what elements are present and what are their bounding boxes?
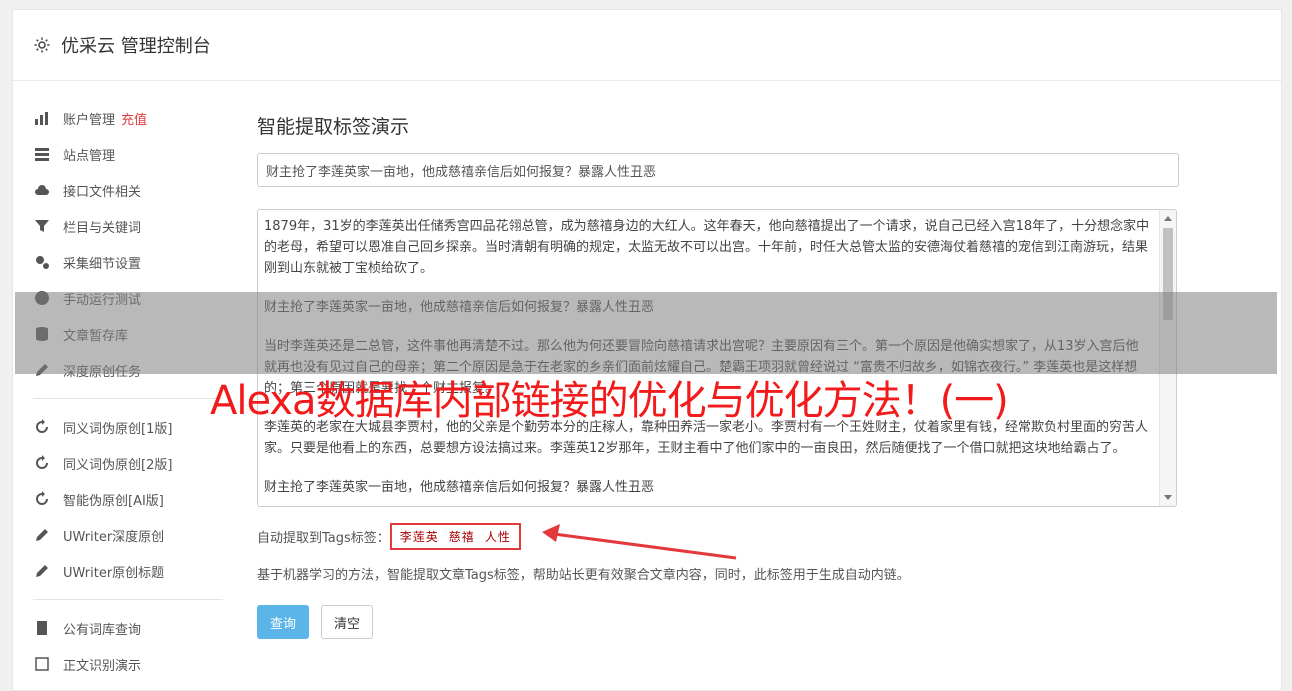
sidebar-item[interactable]: 采集细节设置 [33,244,223,280]
sidebar-item[interactable]: 公有词库查询 [33,610,223,646]
sidebar-item[interactable]: 智能伪原创[AI版] [33,481,223,517]
clear-button[interactable]: 清空 [321,605,374,639]
sidebar-divider [33,398,223,399]
panel-header: 优采云 管理控制台 [13,10,1281,81]
sidebar-item[interactable]: 账户管理 充值 [33,100,223,136]
bar-chart-icon [33,110,51,126]
query-button[interactable]: 查询 [257,605,310,639]
sidebar-item-label: 账户管理 [63,112,116,128]
gear-icon [33,36,51,54]
sidebar-item[interactable]: 栏目与关键词 [33,208,223,244]
scroll-up-icon[interactable] [1164,216,1172,221]
edit-icon [33,527,51,543]
cogs-icon [33,254,51,270]
tags-label: 自动提取到Tags标签： [257,531,390,546]
edit-icon [33,563,51,579]
sidebar-item-label: 公有词库查询 [63,622,142,638]
refresh-icon [33,419,51,435]
sidebar-item-label: 正文识别演示 [63,658,142,674]
title-input[interactable]: 财主抢了李莲英家一亩地，他成慈禧亲信后如何报复？暴露人性丑恶 [257,153,1179,187]
sidebar-item[interactable]: 站点管理 [33,136,223,172]
sidebar-item[interactable]: UWriter原创标题 [33,553,223,589]
sidebar-item[interactable]: 接口文件相关 [33,172,223,208]
sidebar-item-label: 接口文件相关 [63,184,142,200]
scroll-down-icon[interactable] [1164,495,1172,500]
content-paragraph: 财主抢了李莲英家一亩地，他成慈禧亲信后如何报复？暴露人性丑恶 [264,480,655,495]
button-group: 查询 清空 [257,605,1177,639]
tag-item: 李莲英 [399,530,439,544]
sidebar-item-label: 同义词伪原创[1版] [63,421,173,437]
gray-overlay-band [15,292,1277,374]
sidebar-item[interactable]: 正文识别演示 [33,646,223,682]
sidebar-item-label: 智能伪原创[AI版] [63,493,164,509]
tag-item: 人性 [484,530,511,544]
sidebar: 账户管理充值站点管理接口文件相关栏目与关键词采集细节设置手动运行测试文章暂存库深… [33,100,223,682]
sidebar-item-label: UWriter原创标题 [63,565,165,581]
refresh-icon [33,455,51,471]
sidebar-item-label: UWriter深度原创 [63,529,165,545]
tags-box: 李莲英 慈禧 人性 [389,523,521,550]
tag-item: 慈禧 [448,530,475,544]
sidebar-item-label: 同义词伪原创[2版] [63,457,173,473]
filter-icon [33,218,51,234]
recharge-link[interactable]: 充值 [121,109,147,128]
sidebar-item[interactable]: UWriter深度原创 [33,517,223,553]
book-icon [33,620,51,636]
sidebar-divider [33,599,223,600]
sidebar-item[interactable]: 同义词伪原创[2版] [33,445,223,481]
red-arrow-icon [542,524,737,560]
cloud-upload-icon [33,182,51,198]
square-icon [33,656,51,672]
sidebar-item-label: 采集细节设置 [63,256,142,272]
sidebar-item-label: 站点管理 [63,148,116,164]
server-icon [33,146,51,162]
refresh-icon [33,491,51,507]
section-heading: 智能提取标签演示 [257,116,410,138]
page-title: 优采云 管理控制台 [61,36,211,57]
content-paragraph: 1879年，31岁的李莲英出任储秀宫四品花翎总管，成为慈禧身边的大红人。这年春天… [264,219,1150,276]
banner-title: Alexa数据库内部链接的优化与优化方法！(一) [210,378,1009,424]
sidebar-item-label: 栏目与关键词 [63,220,142,236]
sidebar-item[interactable]: 同义词伪原创[1版] [33,409,223,445]
